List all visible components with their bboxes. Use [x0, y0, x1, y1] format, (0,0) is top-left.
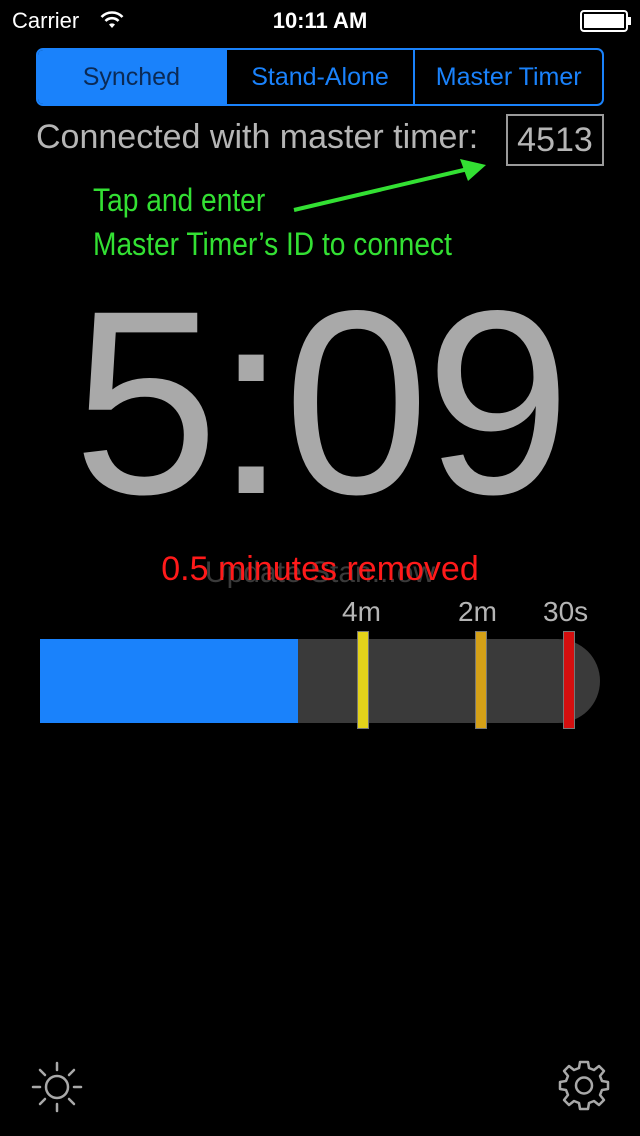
brightness-icon[interactable]: [30, 1060, 84, 1114]
marker-label-4m: 4m: [342, 596, 381, 627]
marker-30s: [563, 631, 575, 729]
status-time: 10:11 AM: [272, 8, 368, 33]
marker-label-30s: 30s: [543, 596, 589, 627]
tab-master-timer[interactable]: Master Timer: [413, 50, 602, 104]
progress-fill: [40, 639, 298, 723]
mode-segmented-control: Synched Stand-Alone Master Timer: [36, 48, 604, 106]
status-bar: Carrier 10:11 AM: [0, 0, 640, 40]
annotation-arrow-icon: [293, 159, 486, 212]
time-removed-notice: 0.5 minutes removed: [161, 550, 479, 588]
countdown-display: 5:09: [73, 256, 571, 549]
timer-screen: Carrier 10:11 AM Synched Stand-Alone Mas…: [0, 0, 640, 1136]
master-timer-id-field[interactable]: 4513: [506, 114, 604, 166]
marker-4m: [357, 631, 369, 729]
marker-2m: [475, 631, 487, 729]
marker-label-2m: 2m: [458, 596, 497, 627]
hint-line-1: Tap and enter: [93, 182, 266, 218]
tab-stand-alone[interactable]: Stand-Alone: [224, 50, 414, 104]
connection-label: Connected with master timer:: [36, 118, 479, 156]
tab-synched[interactable]: Synched: [38, 50, 225, 104]
battery-icon: [580, 10, 631, 32]
gear-icon[interactable]: [557, 1058, 611, 1112]
